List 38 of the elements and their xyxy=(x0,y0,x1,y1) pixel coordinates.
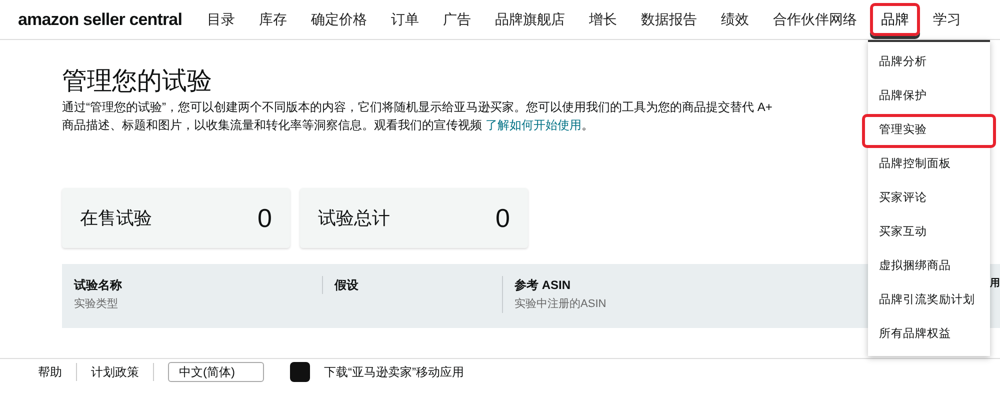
nav-tab[interactable]: 学习 xyxy=(922,3,972,36)
column-title: 用 xyxy=(990,277,1000,291)
footer-link[interactable]: 计划政策 xyxy=(91,362,154,380)
stat-value: 0 xyxy=(258,202,272,234)
column-title: 试验名称 xyxy=(74,277,122,294)
nav-tab[interactable]: 库存 xyxy=(248,3,298,36)
page-description: 通过“管理您的试验”，您可以创建两个不同版本的内容，它们将随机显示给亚马逊买家。您可以使用我们的工具为您的商品提交替代 A+ 商品描述、标题和图片，以收集流量和转化率等洞察信息。观看我们的宣传视频 了解如何开始使用。 xyxy=(62,99,774,134)
app-icon xyxy=(290,362,310,382)
nav-tab[interactable]: 广告 xyxy=(432,3,482,36)
page-title: 管理您的试验 xyxy=(62,66,212,96)
nav-tab[interactable]: 数据报告 xyxy=(630,3,708,36)
column-title: 假设 xyxy=(334,277,359,294)
column-subtitle: 实验中注册的ASIN xyxy=(514,296,606,312)
nav-tab[interactable]: 订单 xyxy=(380,3,430,36)
app-link[interactable]: 下载“亚马逊卖家”移动应用 xyxy=(324,362,464,380)
menu-item[interactable]: 管理实验 xyxy=(862,114,996,148)
menu-item[interactable]: 所有品牌权益 xyxy=(862,318,996,352)
nav-tab[interactable]: 增长 xyxy=(578,3,628,36)
nav-tab[interactable]: 目录 xyxy=(196,3,246,36)
nav-tab[interactable]: 合作伙伴网络 xyxy=(762,3,868,36)
nav-tab[interactable]: 品牌旗舰店 xyxy=(484,3,576,36)
footer-link[interactable]: 帮助 xyxy=(38,362,77,380)
nav-tab[interactable]: 绩效 xyxy=(710,3,760,36)
learn-link[interactable]: 了解如何开始使用 xyxy=(485,118,582,132)
language-select[interactable]: 中文(简体) xyxy=(168,362,264,382)
logo[interactable]: amazon seller central xyxy=(18,6,182,32)
menu-item[interactable]: 买家互动 xyxy=(862,216,996,250)
column-subtitle: 实验类型 xyxy=(74,296,119,312)
stat-value: 0 xyxy=(496,202,510,234)
stat-label: 试验总计 xyxy=(318,206,390,230)
menu-item[interactable]: 品牌分析 xyxy=(862,46,996,80)
menu-item[interactable]: 品牌保护 xyxy=(862,80,996,114)
menu-item[interactable]: 品牌控制面板 xyxy=(862,148,996,182)
stat-label: 在售试验 xyxy=(80,206,152,230)
column-title: 参考 ASIN xyxy=(514,277,572,294)
nav-tab[interactable]: 品牌 xyxy=(870,3,920,36)
menu-item[interactable]: 买家评论 xyxy=(862,182,996,216)
nav-tab[interactable]: 确定价格 xyxy=(300,3,378,36)
